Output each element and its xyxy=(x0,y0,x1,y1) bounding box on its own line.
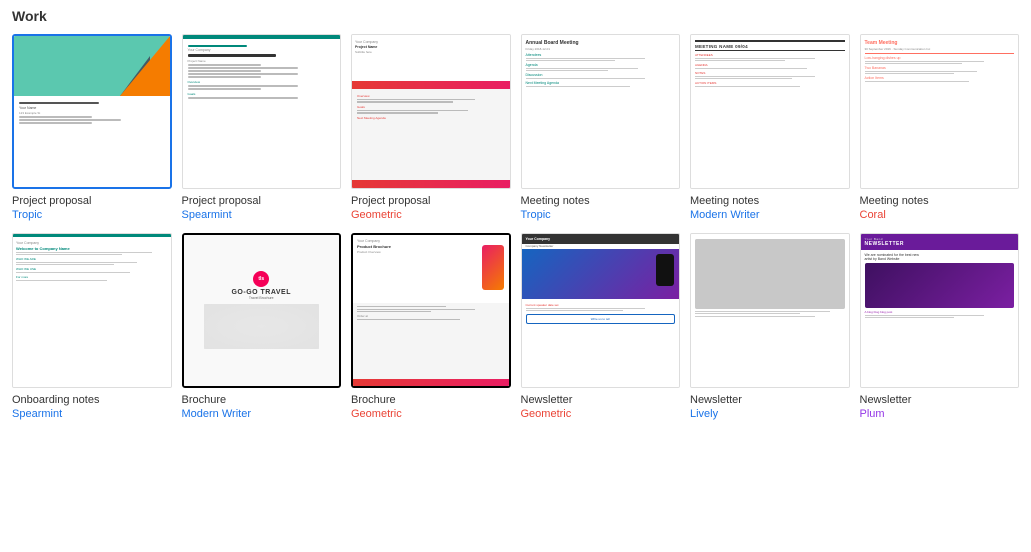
template-thumb-meeting-notes-modern-writer[interactable]: MEETING NAME 09/04 ATTENDEES AGENDA NOTE… xyxy=(690,34,850,189)
template-thumb-brochure-geometric[interactable]: Your Company Product Brochure Product Ov… xyxy=(351,233,511,388)
template-label-meeting-notes-tropic: Meeting notesTropic xyxy=(521,194,681,223)
template-style-meeting-notes-modern-writer: Modern Writer xyxy=(690,208,850,222)
template-item-meeting-notes-tropic[interactable]: Annual Board Meeting Friday 2018-12-01 A… xyxy=(521,34,681,223)
template-item-project-proposal-geometric[interactable]: Your Company Project Name Subtitle here … xyxy=(351,34,511,223)
template-thumb-brochure-modern-writer[interactable]: tls GO-GO TRAVEL Travel Brochure xyxy=(182,233,342,388)
template-label-newsletter-plum: NewsletterPlum xyxy=(860,393,1020,422)
template-name-project-proposal-geometric: Project proposal xyxy=(351,194,511,208)
template-item-newsletter-lively[interactable]: ♥ We have a surprise! NewsletterLively xyxy=(690,233,850,422)
template-label-meeting-notes-coral: Meeting notesCoral xyxy=(860,194,1020,223)
template-item-onboarding-notes-spearmint[interactable]: Your Company Welcome to Company Name WHO… xyxy=(12,233,172,422)
template-style-brochure-geometric: Geometric xyxy=(351,407,511,421)
template-name-project-proposal-spearmint: Project proposal xyxy=(182,194,342,208)
template-item-newsletter-plum[interactable]: Your Band NEWSLETTER We are nominated fo… xyxy=(860,233,1020,422)
template-style-project-proposal-tropic: Tropic xyxy=(12,208,172,222)
template-name-onboarding-notes-spearmint: Onboarding notes xyxy=(12,393,172,407)
template-style-brochure-modern-writer: Modern Writer xyxy=(182,407,342,421)
template-name-meeting-notes-tropic: Meeting notes xyxy=(521,194,681,208)
template-style-newsletter-plum: Plum xyxy=(860,407,1020,421)
template-thumb-meeting-notes-tropic[interactable]: Annual Board Meeting Friday 2018-12-01 A… xyxy=(521,34,681,189)
template-thumb-newsletter-lively[interactable]: ♥ We have a surprise! xyxy=(690,233,850,388)
template-thumb-newsletter-geometric[interactable]: Your Company Company Newsletter Current … xyxy=(521,233,681,388)
template-name-brochure-modern-writer: Brochure xyxy=(182,393,342,407)
template-item-meeting-notes-coral[interactable]: Team Meeting 30 September 2016 · Sunday … xyxy=(860,34,1020,223)
templates-grid: Your Name 123 Example St Project proposa… xyxy=(12,34,1019,421)
template-style-project-proposal-spearmint: Spearmint xyxy=(182,208,342,222)
template-item-project-proposal-spearmint[interactable]: Your Company Project Name Overview Goals… xyxy=(182,34,342,223)
template-label-newsletter-geometric: NewsletterGeometric xyxy=(521,393,681,422)
template-label-project-proposal-spearmint: Project proposalSpearmint xyxy=(182,194,342,223)
template-style-project-proposal-geometric: Geometric xyxy=(351,208,511,222)
template-label-brochure-geometric: BrochureGeometric xyxy=(351,393,511,422)
template-item-meeting-notes-modern-writer[interactable]: MEETING NAME 09/04 ATTENDEES AGENDA NOTE… xyxy=(690,34,850,223)
template-thumb-onboarding-notes-spearmint[interactable]: Your Company Welcome to Company Name WHO… xyxy=(12,233,172,388)
template-name-project-proposal-tropic: Project proposal xyxy=(12,194,172,208)
template-style-meeting-notes-tropic: Tropic xyxy=(521,208,681,222)
template-label-project-proposal-tropic: Project proposalTropic xyxy=(12,194,172,223)
template-thumb-project-proposal-geometric[interactable]: Your Company Project Name Subtitle here … xyxy=(351,34,511,189)
template-item-brochure-modern-writer[interactable]: tls GO-GO TRAVEL Travel Brochure Brochur… xyxy=(182,233,342,422)
section-title: Work xyxy=(12,8,1019,24)
template-thumb-project-proposal-spearmint[interactable]: Your Company Project Name Overview Goals xyxy=(182,34,342,189)
template-label-meeting-notes-modern-writer: Meeting notesModern Writer xyxy=(690,194,850,223)
template-thumb-newsletter-plum[interactable]: Your Band NEWSLETTER We are nominated fo… xyxy=(860,233,1020,388)
template-label-onboarding-notes-spearmint: Onboarding notesSpearmint xyxy=(12,393,172,422)
template-name-meeting-notes-modern-writer: Meeting notes xyxy=(690,194,850,208)
template-style-meeting-notes-coral: Coral xyxy=(860,208,1020,222)
template-style-newsletter-lively: Lively xyxy=(690,407,850,421)
template-thumb-project-proposal-tropic[interactable]: Your Name 123 Example St xyxy=(12,34,172,189)
template-name-newsletter-lively: Newsletter xyxy=(690,393,850,407)
template-style-onboarding-notes-spearmint: Spearmint xyxy=(12,407,172,421)
template-name-newsletter-geometric: Newsletter xyxy=(521,393,681,407)
template-label-project-proposal-geometric: Project proposalGeometric xyxy=(351,194,511,223)
template-label-brochure-modern-writer: BrochureModern Writer xyxy=(182,393,342,422)
template-item-newsletter-geometric[interactable]: Your Company Company Newsletter Current … xyxy=(521,233,681,422)
template-name-meeting-notes-coral: Meeting notes xyxy=(860,194,1020,208)
template-thumb-meeting-notes-coral[interactable]: Team Meeting 30 September 2016 · Sunday … xyxy=(860,34,1020,189)
template-name-newsletter-plum: Newsletter xyxy=(860,393,1020,407)
template-label-newsletter-lively: NewsletterLively xyxy=(690,393,850,422)
template-item-project-proposal-tropic[interactable]: Your Name 123 Example St Project proposa… xyxy=(12,34,172,223)
template-style-newsletter-geometric: Geometric xyxy=(521,407,681,421)
template-name-brochure-geometric: Brochure xyxy=(351,393,511,407)
template-item-brochure-geometric[interactable]: Your Company Product Brochure Product Ov… xyxy=(351,233,511,422)
